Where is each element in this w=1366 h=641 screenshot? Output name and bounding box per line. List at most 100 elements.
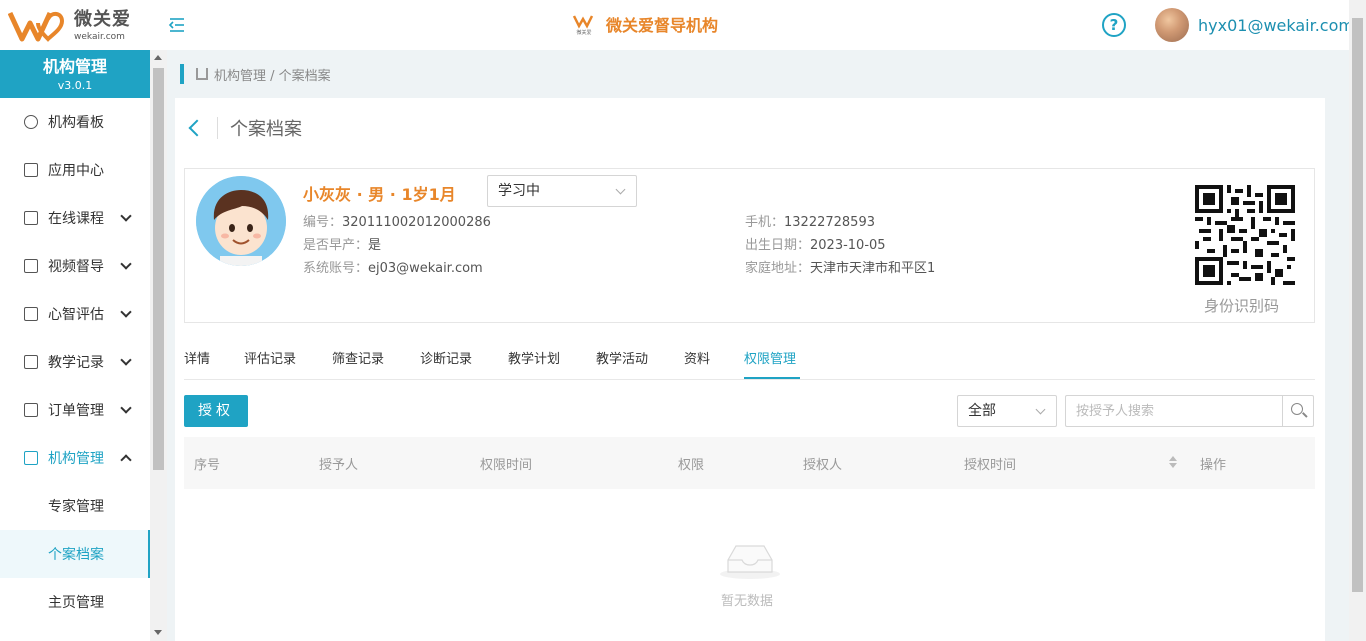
account-value: ej03@wekair.com (368, 261, 483, 276)
sidebar-item-online-courses[interactable]: 在线课程 (0, 194, 150, 242)
child-avatar (196, 176, 286, 266)
chevron-down-icon (120, 402, 132, 414)
user-email[interactable]: hyx01@wekair.com (1198, 16, 1354, 35)
video-camera-icon (24, 355, 38, 369)
qr-code[interactable] (1195, 185, 1295, 285)
bank-icon (24, 451, 38, 465)
breadcrumb: 机构管理 / 个案档案 (196, 65, 331, 84)
id-row: 编号：320111002012000286 (303, 211, 491, 230)
search-icon (1291, 403, 1303, 415)
tab-materials[interactable]: 资料 (684, 348, 710, 367)
scroll-down-arrow-icon[interactable] (154, 630, 162, 635)
top-header: 微关爱 wekair.com 微关爱 微关爱督导机构 ? hyx01@wekai… (0, 0, 1366, 50)
sidebar-item-app-center[interactable]: 应用中心 (0, 146, 150, 194)
scroll-up-arrow-icon[interactable] (154, 55, 162, 60)
id-label: 编号： (303, 215, 343, 230)
grant-button[interactable]: 授权 (184, 395, 248, 427)
sidebar-scroll-thumb[interactable] (153, 68, 164, 470)
profile-card: 小灰灰 · 男 · 1岁1月 学习中 编号：320111002012000286… (184, 168, 1315, 323)
phone-value: 13222728593 (784, 215, 875, 230)
search-icon-handle (1302, 412, 1308, 418)
sidebar-version: v3.0.1 (57, 79, 93, 92)
play-icon (24, 259, 38, 273)
sidebar-item-teaching-records[interactable]: 教学记录 (0, 338, 150, 386)
search-button[interactable] (1282, 395, 1314, 427)
tab-permission-management[interactable]: 权限管理 (744, 348, 796, 367)
sidebar-item-label: 机构看板 (48, 115, 104, 131)
clipboard-icon (24, 307, 38, 321)
breadcrumb-text[interactable]: 机构管理 / 个案档案 (214, 65, 331, 84)
sidebar-item-orders[interactable]: 订单管理 (0, 386, 150, 434)
sidebar-subitem-experts[interactable]: 专家管理 (0, 482, 150, 530)
filter-select-value: 全部 (968, 403, 996, 419)
chevron-down-icon (615, 184, 626, 195)
logo-name: 微关爱 (74, 8, 131, 30)
tab-teaching-plan[interactable]: 教学计划 (508, 348, 560, 367)
sidebar-item-label: 视频督导 (48, 259, 104, 275)
logo-icon (8, 11, 65, 42)
sidebar-item-label: 在线课程 (48, 211, 104, 227)
permission-filter-select[interactable]: 全部 (957, 395, 1057, 427)
page-title: 个案档案 (230, 119, 302, 140)
sidebar-item-label: 应用中心 (48, 163, 104, 179)
sidebar-item-org-management[interactable]: 机构管理 (0, 434, 150, 482)
sidebar-subitem-case-files[interactable]: 个案档案 (0, 530, 150, 578)
sidebar-item-mental-assessment[interactable]: 心智评估 (0, 290, 150, 338)
bank-icon (196, 68, 208, 80)
qr-label: 身份识别码 (1204, 297, 1280, 315)
chevron-down-icon (120, 354, 132, 366)
active-tab-indicator (744, 377, 800, 379)
tab-bar: 详情 评估记录 筛查记录 诊断记录 教学计划 教学活动 资料 权限管理 (184, 342, 1315, 380)
birth-row: 出生日期：2023-10-05 (745, 234, 886, 253)
org-brand: 微关爱 微关爱督导机构 (572, 12, 718, 36)
premature-row: 是否早产：是 (303, 234, 381, 253)
book-icon (24, 211, 38, 225)
user-avatar[interactable] (1155, 8, 1189, 42)
logo-domain: wekair.com (74, 31, 125, 42)
breadcrumb-accent (180, 64, 184, 84)
sort-icon[interactable] (1169, 456, 1177, 470)
column-header-actions: 操作 (1200, 458, 1227, 473)
svg-text:微关爱: 微关爱 (576, 29, 591, 36)
sidebar-header: 机构管理 v3.0.1 (0, 50, 150, 98)
status-select-value: 学习中 (498, 183, 540, 199)
sidebar: 机构管理 v3.0.1 机构看板 应用中心 在线课程 视频督导 心智评估 教学记… (0, 50, 150, 641)
back-arrow-icon[interactable] (188, 119, 206, 137)
address-value: 天津市天津市和平区1 (810, 261, 936, 276)
chevron-up-icon (120, 454, 132, 466)
sidebar-item-label: 机构管理 (48, 451, 104, 467)
tab-teaching-activities[interactable]: 教学活动 (596, 348, 648, 367)
main-panel: 个案档案 小灰灰 · 男 · 1岁1月 学习中 编号：3201110020120… (175, 98, 1325, 641)
column-header-permission: 权限 (678, 458, 705, 473)
org-title: 微关爱督导机构 (606, 16, 719, 35)
page-scroll-thumb[interactable] (1352, 18, 1363, 592)
account-row: 系统账号：ej03@wekair.com (303, 257, 483, 276)
chevron-down-icon (120, 306, 132, 318)
column-header-permission-time: 权限时间 (480, 458, 533, 473)
column-header-grantor: 授权人 (803, 458, 843, 473)
sidebar-title: 机构管理 (42, 57, 107, 76)
pie-chart-icon (24, 115, 38, 129)
sidebar-scrollbar[interactable] (150, 50, 167, 641)
empty-inbox-icon (720, 545, 780, 579)
menu-collapse-icon[interactable] (168, 16, 186, 34)
premature-value: 是 (368, 238, 382, 253)
status-select[interactable]: 学习中 (487, 175, 637, 207)
phone-label: 手机： (745, 215, 785, 230)
tab-diagnosis-records[interactable]: 诊断记录 (420, 348, 472, 367)
tab-details[interactable]: 详情 (184, 348, 210, 367)
birth-value: 2023-10-05 (810, 238, 886, 253)
address-label: 家庭地址： (745, 261, 811, 276)
org-logo-icon: 微关爱 (572, 15, 594, 36)
help-icon[interactable]: ? (1102, 13, 1126, 37)
sidebar-item-video-supervision[interactable]: 视频督导 (0, 242, 150, 290)
grantor-search-input[interactable] (1065, 395, 1283, 427)
column-header-grant-time[interactable]: 授权时间 (964, 454, 1016, 473)
tab-assessment-records[interactable]: 评估记录 (244, 348, 296, 367)
address-row: 家庭地址：天津市天津市和平区1 (745, 257, 935, 276)
tab-screening-records[interactable]: 筛查记录 (332, 348, 384, 367)
sidebar-subitem-homepage[interactable]: 主页管理 (0, 578, 150, 626)
brand-logo[interactable]: 微关爱 wekair.com (8, 6, 138, 46)
page-scrollbar[interactable] (1349, 0, 1366, 641)
sidebar-item-dashboard[interactable]: 机构看板 (0, 98, 150, 146)
